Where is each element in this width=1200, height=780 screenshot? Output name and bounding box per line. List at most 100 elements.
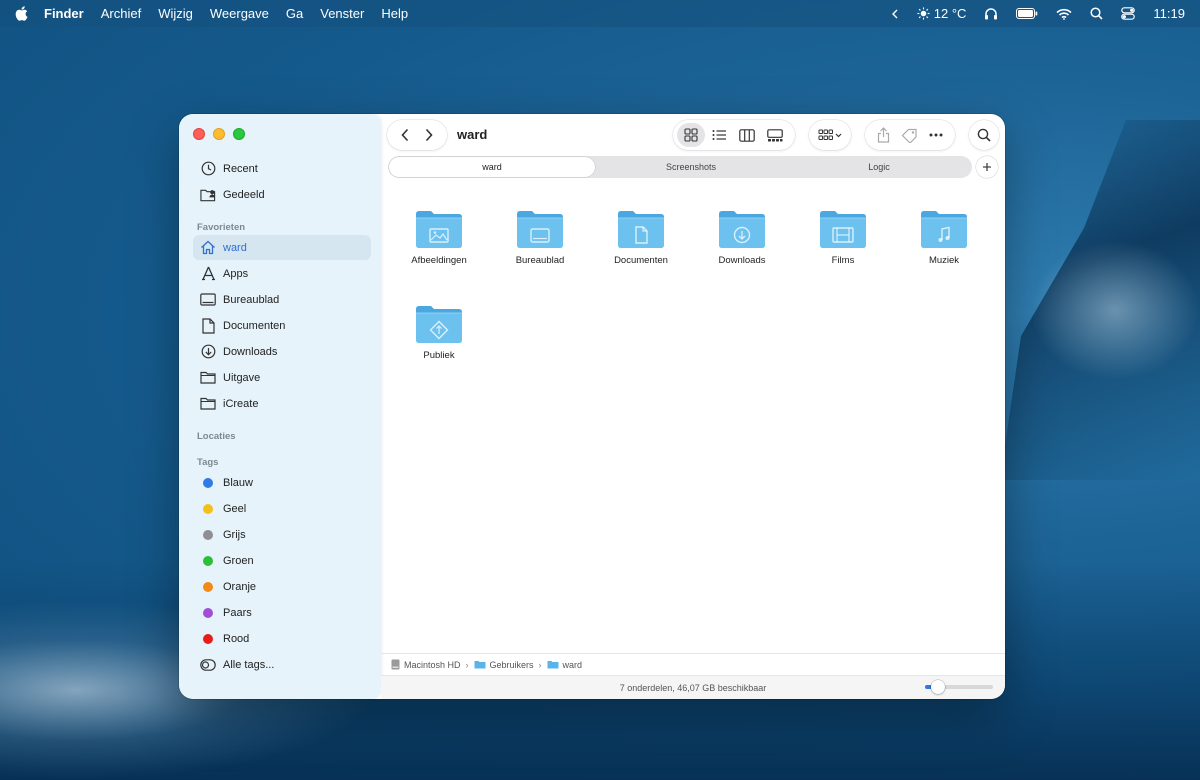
hard-drive-icon [391,659,400,670]
sidebar-item-label: Documenten [223,319,286,332]
sidebar-tag-groen[interactable]: Groen [193,548,371,573]
toolbar: ward [381,114,1005,156]
tab-screenshots[interactable]: Screenshots [597,156,785,178]
group-by-button[interactable] [809,120,851,150]
icon-view-button[interactable] [677,123,705,147]
share-icon [877,127,889,143]
sidebar-item-label: Uitgave [223,371,261,384]
menu-venster[interactable]: Venster [320,6,364,21]
menubar-clock[interactable]: 11:19 [1153,6,1185,21]
forward-button[interactable] [424,128,434,142]
path-bar: Macintosh HD › Gebruikers › ward [381,653,1005,675]
folder-icon [200,396,216,412]
folder-item[interactable]: Downloads [692,209,792,266]
path-label: Macintosh HD [404,659,461,670]
folder-item[interactable]: Films [793,209,893,266]
apple-menu-icon[interactable] [15,6,29,22]
image-folder-icon [416,211,462,248]
more-button[interactable] [929,133,943,137]
menu-wijzig[interactable]: Wijzig [158,6,193,21]
list-icon [712,130,726,140]
sidebar-tag-oranje[interactable]: Oranje [193,574,371,599]
section-locaties[interactable]: Locaties [197,431,236,442]
sidebar-item-icreate[interactable]: iCreate [193,391,371,416]
gallery-view-button[interactable] [761,123,789,147]
sidebar-item-documenten[interactable]: Documenten [193,313,371,338]
new-tab-button[interactable] [976,156,998,178]
path-segment[interactable]: ward [547,660,582,670]
search-button[interactable] [969,120,999,150]
folder-label: Afbeeldingen [411,255,467,266]
folder-icon [200,370,216,386]
sidebar-item-label: Apps [223,267,249,280]
sidebar-all-tags[interactable]: Alle tags... [193,652,371,677]
sidebar-tag-geel[interactable]: Geel [193,496,371,521]
folder-item[interactable]: Documenten [591,209,691,266]
slider-knob[interactable] [931,680,945,694]
folder-label: Muziek [928,255,960,266]
close-button[interactable] [193,128,205,140]
home-icon [200,240,216,256]
sidebar-tag-rood[interactable]: Rood [193,626,371,651]
path-segment[interactable]: Macintosh HD [391,659,461,670]
tab-logic[interactable]: Logic [785,156,973,178]
folder-item[interactable]: Muziek [894,209,994,266]
window-controls [193,128,245,140]
path-label: Gebruikers [489,659,534,670]
wifi-icon[interactable] [1056,8,1072,20]
section-tags[interactable]: Tags [197,457,218,468]
folder-icon [547,660,559,669]
minimize-button[interactable] [213,128,225,140]
sidebar-tag-blauw[interactable]: Blauw [193,470,371,495]
column-view-button[interactable] [733,123,761,147]
sidebar-item-downloads[interactable]: Downloads [193,339,371,364]
sidebar-item-ward[interactable]: ward [193,235,371,260]
folder-item[interactable]: Afbeeldingen [389,209,489,266]
public-folder-icon [416,306,462,343]
tab-ward[interactable]: ward [389,157,595,177]
sidebar-item-gedeeld[interactable]: Gedeeld [193,182,371,207]
tag-button[interactable] [901,128,918,143]
sidebar-item-apps[interactable]: Apps [193,261,371,286]
status-bar: 7 onderdelen, 46,07 GB beschikbaar [381,675,1005,699]
sidebar-item-recent[interactable]: Recent [193,156,371,181]
menu-archief[interactable]: Archief [101,6,141,21]
spotlight-search-icon[interactable] [1090,7,1103,20]
chevron-left-icon[interactable] [891,9,899,19]
chevron-left-icon [401,128,409,142]
weather-widget[interactable]: 12 °C [917,6,966,21]
menu-bar: Finder Archief Wijzig Weergave Ga Venste… [0,0,1200,27]
sidebar-item-bureaublad[interactable]: Bureaublad [193,287,371,312]
control-center-icon[interactable] [1121,7,1136,20]
folder-label: Documenten [614,255,668,266]
icon-size-slider[interactable] [925,680,993,694]
sidebar-item-label: Groen [223,554,254,567]
menu-help[interactable]: Help [381,6,408,21]
sidebar-item-uitgave[interactable]: Uitgave [193,365,371,390]
sidebar-item-label: Alle tags... [223,658,275,671]
folder-item[interactable]: Bureaublad [490,209,590,266]
share-button[interactable] [877,127,890,143]
headphones-icon[interactable] [984,7,998,20]
path-separator: › [465,659,469,670]
battery-icon[interactable] [1016,8,1038,19]
menu-ga[interactable]: Ga [286,6,303,21]
tag-color-dot [203,607,213,618]
path-segment[interactable]: Gebruikers [474,660,534,670]
list-view-button[interactable] [705,123,733,147]
tag-color-dot [203,477,213,488]
navigation-group [387,120,447,150]
menu-weergave[interactable]: Weergave [210,6,269,21]
back-button[interactable] [400,128,410,142]
zoom-button[interactable] [233,128,245,140]
sidebar-item-label: iCreate [223,397,259,410]
sidebar-item-label: Grijs [223,528,246,541]
sidebar-tag-paars[interactable]: Paars [193,600,371,625]
folder-label: Publiek [423,350,455,361]
sidebar-tag-grijs[interactable]: Grijs [193,522,371,547]
menu-finder[interactable]: Finder [44,6,84,21]
folder-item[interactable]: Publiek [389,304,489,361]
sidebar: Recent Gedeeld Favorieten ward Apps Bure… [179,114,381,699]
tag-color-dot [203,581,213,592]
sidebar-item-label: ward [223,241,247,254]
